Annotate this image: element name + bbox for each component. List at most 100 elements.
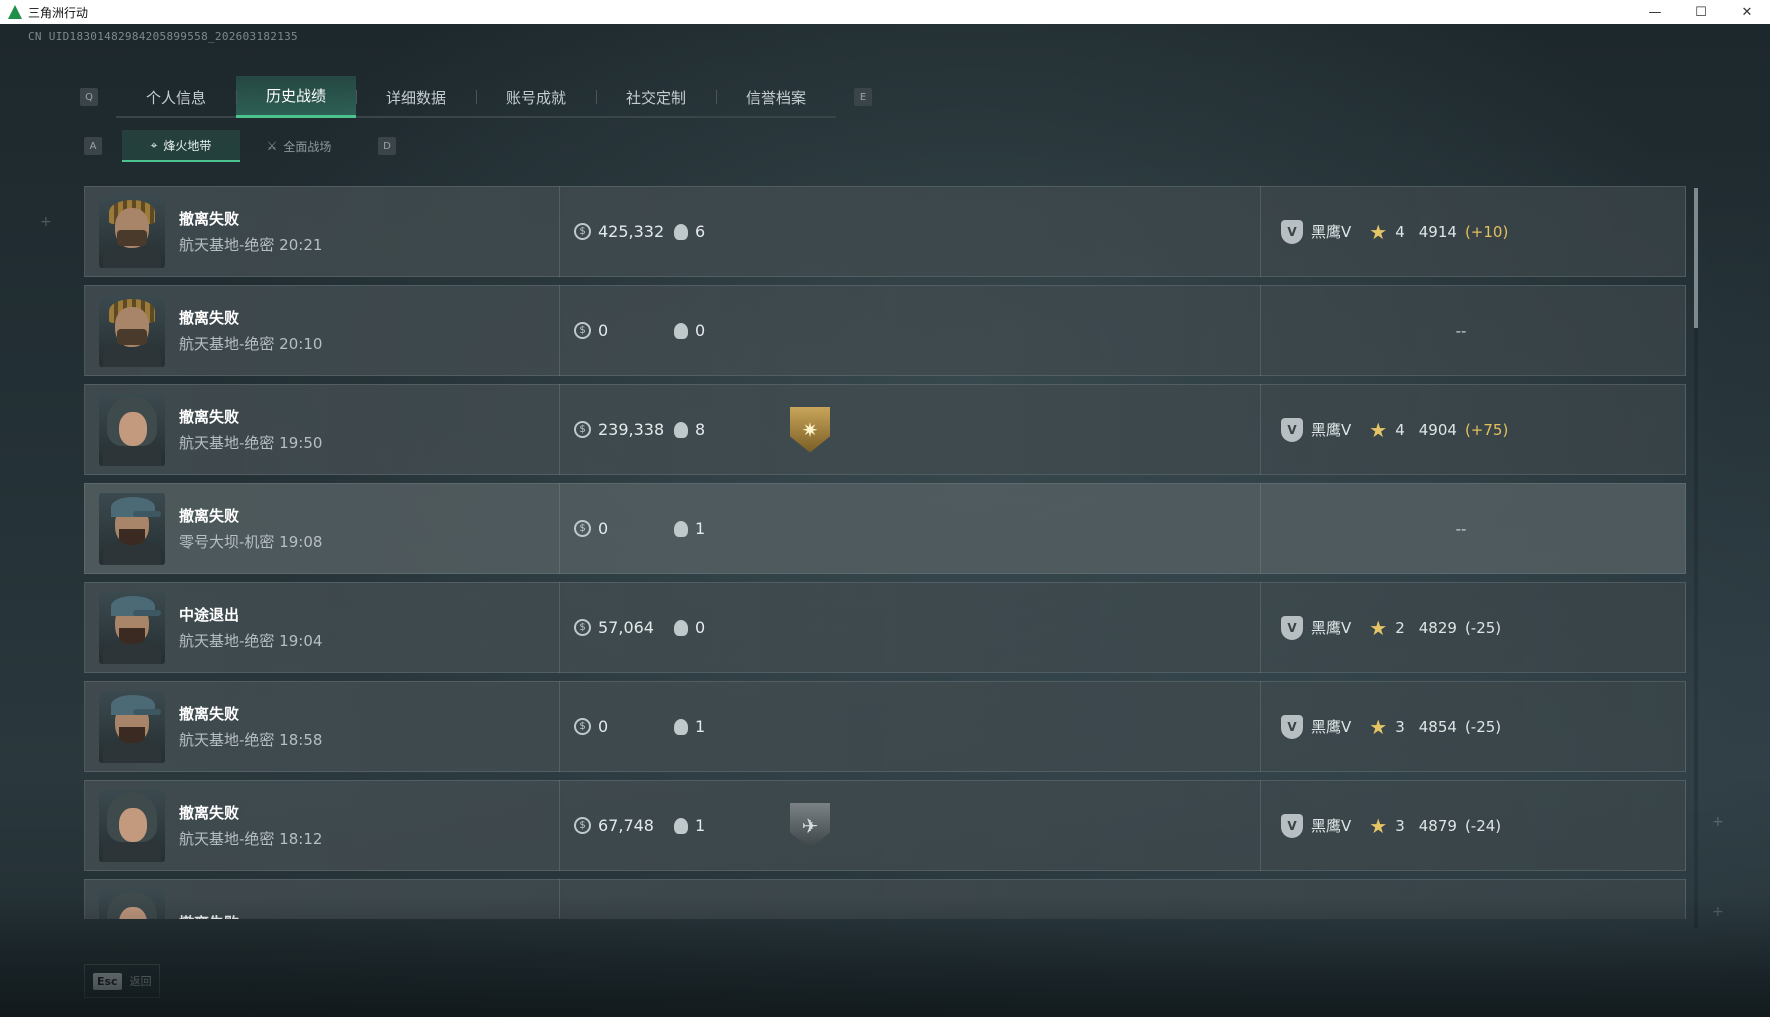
rank-name: 黑鹰V xyxy=(1311,817,1352,835)
next-mode-key-hint[interactable]: D xyxy=(378,137,396,155)
star-icon: ★ xyxy=(1369,714,1388,739)
tab-detailed-data[interactable]: 详细数据 xyxy=(356,76,476,118)
medal-badge-icon[interactable]: ✈ xyxy=(790,802,830,849)
tab-social-custom[interactable]: 社交定制 xyxy=(596,76,716,118)
operator-avatar xyxy=(99,690,165,763)
rank-info: V 黑鹰V ★ 2 4829 (-25) xyxy=(1261,582,1661,673)
decorative-cross-icon: + xyxy=(40,214,52,230)
back-button[interactable]: Esc 返回 xyxy=(84,964,160,998)
loot-value: $67,748 xyxy=(574,816,674,835)
mask-shape xyxy=(117,328,147,345)
match-record-row[interactable]: 撤离失败 航天基地-绝密 18:12 $67,748 1 ✈ V 黑鹰V ★ 3 4879 (-24… xyxy=(84,780,1686,871)
minimize-button[interactable]: — xyxy=(1632,0,1678,24)
match-record-row[interactable]: 撤离失败 航天基地-绝密 18:58 $0 1 V 黑鹰V ★ 3 4854 (-25) xyxy=(84,681,1686,772)
player-uid: CN UID18301482984205899558_202603182135 xyxy=(28,30,298,43)
loot-value-text: 0 xyxy=(598,321,609,340)
next-tab-key-hint[interactable]: E xyxy=(854,88,872,106)
tab-personal-info[interactable]: 个人信息 xyxy=(116,76,236,118)
game-viewport: + + + CN UID18301482984205899558_2026031… xyxy=(0,24,1770,1017)
prev-tab-key-hint[interactable]: Q xyxy=(80,88,98,106)
cap-shape xyxy=(111,595,161,616)
record-info: 撤离失败 航天基地-绝密 19:50 xyxy=(179,406,559,453)
scrollbar-thumb[interactable] xyxy=(1694,188,1698,328)
kill-count: 8 xyxy=(674,420,754,439)
tab-full-battlefield[interactable]: ⚔ 全面战场 xyxy=(240,130,358,162)
operator-avatar xyxy=(99,393,165,466)
beard-shape xyxy=(119,627,145,644)
decorative-cross-icon: + xyxy=(1712,904,1724,920)
operator-avatar xyxy=(99,294,165,367)
star-count: 2 xyxy=(1395,618,1405,637)
rank-name: 黑鹰V xyxy=(1311,718,1352,736)
rank-shield-icon: V xyxy=(1281,615,1303,640)
star-icon: ★ xyxy=(1369,219,1388,244)
record-info: 撤离失败航天基地-绝密 18:12 xyxy=(179,802,559,849)
skull-icon xyxy=(674,619,688,636)
match-result: 撤离失败 xyxy=(179,804,240,822)
map-and-time: 航天基地-绝密 18:12 xyxy=(179,830,323,848)
tab-extraction-zone[interactable]: ⌖ 烽火地带 xyxy=(122,130,240,162)
tab-match-history[interactable]: 历史战绩 xyxy=(236,76,356,118)
match-record-row[interactable]: 撤离失败 xyxy=(84,879,1686,919)
rank-score: 4829 xyxy=(1418,618,1457,637)
match-record-row[interactable]: 中途退出 航天基地-绝密 19:04 $57,064 0 V 黑鹰V ★ 2 4829 (-25) xyxy=(84,582,1686,673)
mode-tab-bar: A ⌖ 烽火地带 ⚔ 全面战场 D xyxy=(84,130,396,162)
match-record-row[interactable]: 撤离失败 零号大坝-机密 19:08 $0 1 -- xyxy=(84,483,1686,574)
match-record-row[interactable]: 撤离失败 航天基地-绝密 19:50 $239,338 8 ✷ V 黑鹰V ★ 4 4904 (+7… xyxy=(84,384,1686,475)
match-record-row[interactable]: 撤离失败 航天基地-绝密 20:10 $0 0 -- xyxy=(84,285,1686,376)
rank-shield-icon: V xyxy=(1281,219,1303,244)
coin-icon: $ xyxy=(574,322,591,339)
record-stats: $425,332 6 xyxy=(560,186,1260,277)
record-list-scrollbar[interactable] xyxy=(1694,188,1698,928)
rank-score: 4879 xyxy=(1418,816,1457,835)
map-and-time: 航天基地-绝密 20:10 xyxy=(179,335,323,353)
tab-credit-record[interactable]: 信誉档案 xyxy=(716,76,836,118)
loot-value: $425,332 xyxy=(574,222,674,241)
mode-tab-list: ⌖ 烽火地带 ⚔ 全面战场 xyxy=(122,130,358,162)
map-and-time: 航天基地-绝密 20:21 xyxy=(179,236,323,254)
loot-value: $57,064 xyxy=(574,618,674,637)
kill-count-text: 6 xyxy=(695,222,706,241)
mvp-badge-icon[interactable]: ✷ xyxy=(790,406,830,453)
score-delta: (+10) xyxy=(1464,222,1509,241)
match-result: 撤离失败 xyxy=(179,210,240,228)
rank-score: 4914 xyxy=(1418,222,1457,241)
coin-icon: $ xyxy=(574,520,591,537)
loot-value-text: 425,332 xyxy=(598,222,665,241)
window-controls: — ☐ ✕ xyxy=(1632,0,1770,24)
tab-achievements[interactable]: 账号成就 xyxy=(476,76,596,118)
rank-name: 黑鹰V xyxy=(1311,619,1352,637)
back-label: 返回 xyxy=(129,975,152,988)
close-button[interactable]: ✕ xyxy=(1724,0,1770,24)
record-stats: $67,748 1 ✈ xyxy=(560,780,1260,871)
star-icon: ★ xyxy=(1369,417,1388,442)
kill-count: 1 xyxy=(674,717,754,736)
beard-shape xyxy=(119,528,145,545)
kill-count: 1 xyxy=(674,816,754,835)
maximize-button[interactable]: ☐ xyxy=(1678,0,1724,24)
map-and-time: 航天基地-绝密 18:58 xyxy=(179,731,323,749)
rank-info: V 黑鹰V ★ 3 4854 (-25) xyxy=(1261,681,1661,772)
match-record-row[interactable]: 撤离失败航天基地-绝密 20:21 $425,332 6 V 黑鹰V ★ 4 4914 (+10… xyxy=(84,186,1686,277)
star-count: 4 xyxy=(1395,222,1405,241)
prev-mode-key-hint[interactable]: A xyxy=(84,137,102,155)
operator-avatar xyxy=(99,789,165,862)
record-info: 撤离失败 零号大坝-机密 19:08 xyxy=(179,505,559,552)
loot-value-text: 239,338 xyxy=(598,420,665,439)
coin-icon: $ xyxy=(574,718,591,735)
kill-count-text: 0 xyxy=(695,618,706,637)
kill-count-text: 1 xyxy=(695,816,706,835)
rank-name: 黑鹰V xyxy=(1311,223,1352,241)
cap-shape xyxy=(111,694,161,715)
kill-count: 0 xyxy=(674,618,754,637)
kill-count: 0 xyxy=(674,321,754,340)
loot-value: $0 xyxy=(574,519,674,538)
star-count: 3 xyxy=(1395,717,1405,736)
loot-value-text: 57,064 xyxy=(598,618,654,637)
match-result: 中途退出 xyxy=(179,606,240,624)
rifle-icon: ⚔ xyxy=(266,139,278,153)
loot-value: $239,338 xyxy=(574,420,674,439)
rank-shield-icon: V xyxy=(1281,417,1303,442)
coin-icon: $ xyxy=(574,223,591,240)
operator-avatar xyxy=(99,591,165,664)
